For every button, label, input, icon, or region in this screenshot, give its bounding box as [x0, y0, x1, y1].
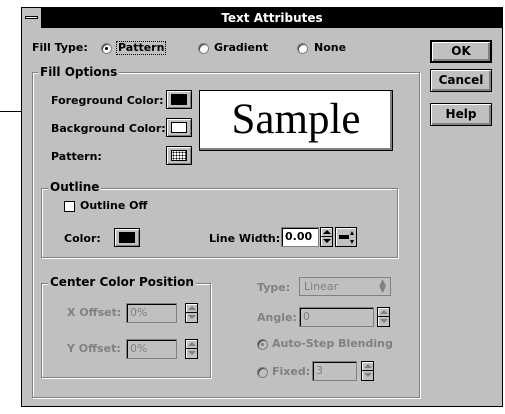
dialog-title: Text Attributes	[221, 11, 323, 25]
system-menu-button[interactable]	[22, 8, 42, 28]
fill-options-legend: Fill Options	[38, 65, 120, 79]
gradient-type-select[interactable]: Linear ▲ ▼	[299, 277, 391, 296]
pattern-swatch	[171, 150, 187, 161]
fixed-label[interactable]: Fixed:	[272, 365, 310, 378]
fill-type-none-radio[interactable]	[297, 43, 308, 54]
foreground-color-label: Foreground Color:	[51, 94, 164, 107]
title-bar: Text Attributes	[22, 8, 502, 28]
outline-color-button[interactable]	[114, 228, 140, 247]
outline-legend: Outline	[48, 180, 102, 194]
fixed-input[interactable]: 3	[312, 361, 357, 381]
background-color-label: Background Color:	[51, 122, 166, 135]
fill-type-label: Fill Type:	[32, 41, 88, 54]
line-width-spinner[interactable]	[320, 227, 333, 247]
background-color-button[interactable]	[166, 118, 192, 137]
pattern-label: Pattern:	[51, 150, 102, 163]
spin-up-icon	[323, 230, 331, 234]
system-menu-icon	[25, 16, 38, 19]
fill-type-pattern-label[interactable]: Pattern	[116, 41, 167, 55]
spin-down-icon	[380, 319, 388, 323]
spin-down-icon	[323, 239, 331, 243]
line-width-label: Line Width:	[209, 232, 281, 245]
ok-button[interactable]: OK	[430, 40, 492, 63]
updown-arrow-icon: ▲ ▼	[379, 278, 386, 295]
spin-down-icon	[188, 351, 196, 355]
y-offset-input[interactable]: 0%	[126, 339, 177, 359]
fixed-radio[interactable]	[257, 367, 268, 378]
line-style-button[interactable]	[335, 227, 357, 247]
pattern-button[interactable]	[166, 146, 192, 165]
y-offset-spinner[interactable]	[185, 339, 198, 359]
spin-up-icon	[364, 364, 372, 368]
angle-spinner[interactable]	[377, 307, 390, 327]
auto-step-blending-label[interactable]: Auto-Step Blending	[272, 337, 393, 350]
sample-preview: Sample	[199, 90, 393, 151]
outline-color-swatch	[119, 232, 135, 243]
outline-off-checkbox[interactable]	[64, 201, 75, 212]
line-width-input[interactable]: 0.00	[281, 227, 319, 247]
gradient-type-value: Linear	[304, 280, 339, 293]
angle-input[interactable]: 0	[299, 307, 374, 327]
gradient-type-label: Type:	[257, 281, 291, 294]
auto-step-blending-radio[interactable]	[257, 339, 268, 350]
center-color-position-group	[41, 283, 211, 378]
foreground-color-button[interactable]	[166, 90, 192, 109]
spin-down-icon	[364, 373, 372, 377]
fill-type-gradient-label[interactable]: Gradient	[214, 41, 268, 54]
x-offset-spinner[interactable]	[185, 303, 198, 323]
center-color-position-legend: Center Color Position	[48, 275, 196, 289]
spin-down-icon	[188, 315, 196, 319]
y-offset-label: Y Offset:	[67, 342, 121, 355]
outline-color-label: Color:	[64, 232, 101, 245]
fill-type-gradient-radio[interactable]	[198, 43, 209, 54]
spin-up-icon	[188, 306, 196, 310]
line-style-icon	[339, 235, 349, 239]
x-offset-input[interactable]: 0%	[126, 303, 177, 323]
spin-up-icon	[188, 342, 196, 346]
callout-line	[0, 111, 21, 112]
spin-up-icon	[380, 310, 388, 314]
help-button[interactable]: Help	[430, 103, 492, 126]
cancel-button[interactable]: Cancel	[430, 69, 492, 92]
fixed-spinner[interactable]	[361, 361, 374, 381]
fill-type-pattern-radio[interactable]	[101, 43, 112, 54]
background-color-swatch	[171, 122, 187, 133]
x-offset-label: X Offset:	[67, 306, 122, 319]
foreground-color-swatch	[171, 94, 187, 105]
outline-off-label[interactable]: Outline Off	[80, 199, 147, 212]
text-attributes-dialog: Text Attributes Fill Type: Pattern Gradi…	[21, 7, 503, 407]
fill-type-none-label[interactable]: None	[314, 41, 346, 54]
angle-label: Angle:	[257, 311, 297, 324]
